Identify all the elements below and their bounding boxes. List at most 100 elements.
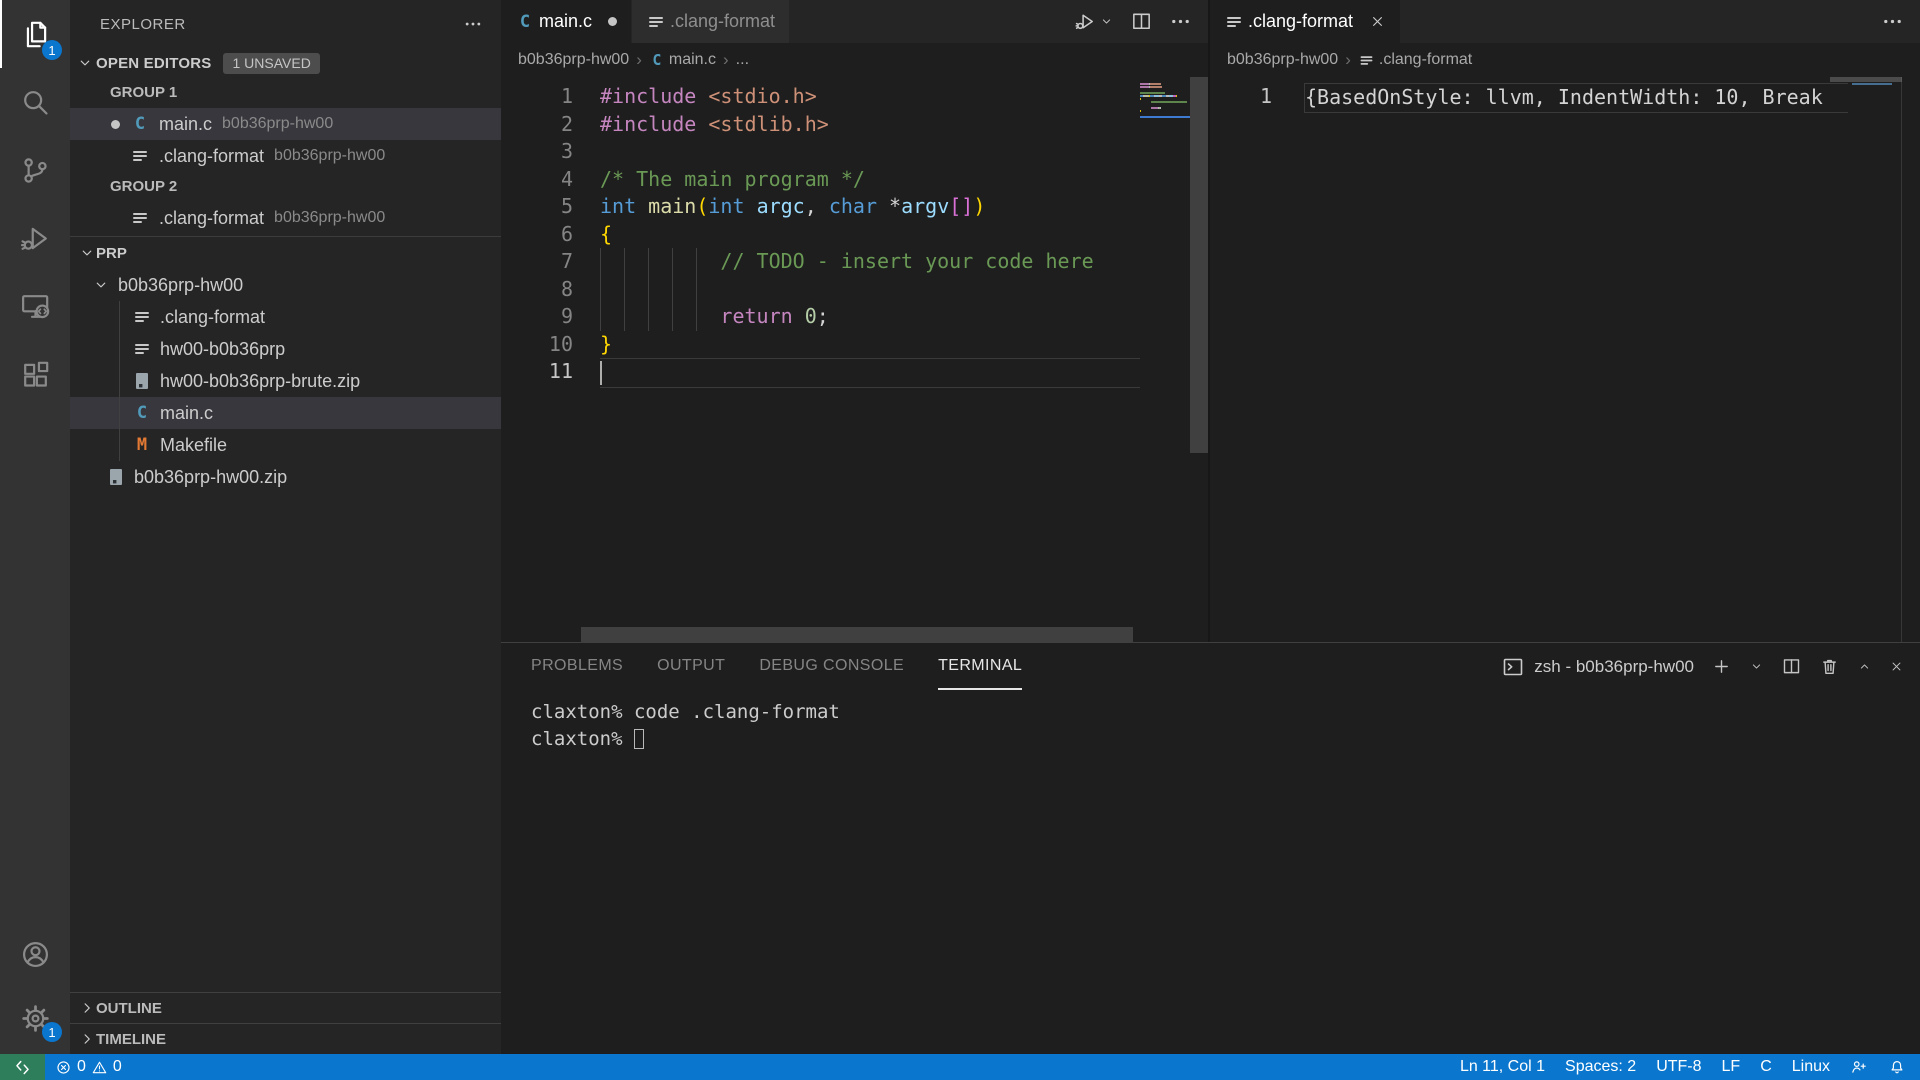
encoding-status[interactable]: UTF-8 [1646, 1054, 1711, 1080]
minimap[interactable] [1140, 77, 1190, 627]
notifications-bell-button[interactable] [1878, 1054, 1920, 1080]
chevron-down-icon [76, 54, 94, 72]
tab-.clang-format[interactable]: .clang-format [1210, 0, 1401, 43]
tree-section-header[interactable]: PRP [70, 236, 501, 269]
minimap-token [1160, 107, 1161, 109]
code-line-1[interactable]: {BasedOnStyle: llvm, IndentWidth: 10, Br… [1304, 83, 1848, 113]
open-editor-.clang-format[interactable]: .clang-formatb0b36prp-hw00 [70, 140, 501, 172]
problems-status[interactable]: 00 [45, 1054, 132, 1080]
code-line-2[interactable]: #include <stdlib.h> [600, 111, 1140, 139]
sidebar-header: EXPLORER [70, 0, 501, 48]
maximize-panel-button[interactable] [1857, 659, 1872, 674]
terminal-selector[interactable]: zsh - b0b36prp-hw00 [1501, 655, 1694, 679]
code-line-3[interactable] [600, 138, 1140, 166]
activity-item-extensions[interactable] [0, 340, 70, 408]
breadcrumb-label: ... [736, 51, 749, 69]
sidebar-spacer [70, 493, 501, 992]
panel-tab-problems[interactable]: PROBLEMS [531, 643, 623, 690]
activity-bar-bottom: 1 [0, 922, 70, 1054]
tree-item-hw00-b0b36prp-brute.zip[interactable]: hw00-b0b36prp-brute.zip [70, 365, 501, 397]
panel-tab-debug-console[interactable]: DEBUG CONSOLE [759, 643, 904, 690]
tree-item-hw00-b0b36prp[interactable]: hw00-b0b36prp [70, 333, 501, 365]
code-line-10[interactable]: } [600, 331, 1140, 359]
minimap-token [1140, 98, 1141, 100]
split-terminal-button[interactable] [1781, 656, 1802, 677]
line-number: 10 [501, 331, 573, 359]
code-token: { [600, 222, 612, 246]
horizontal-scrollbar[interactable] [501, 627, 1208, 642]
activity-item-explorer[interactable]: 1 [0, 0, 70, 68]
activity-item-accounts[interactable] [0, 922, 70, 986]
minimap-line [1140, 83, 1190, 85]
close-panel-button[interactable] [1889, 659, 1904, 674]
tab-.clang-format[interactable]: .clang-format [632, 0, 790, 43]
open-editor-.clang-format[interactable]: .clang-formatb0b36prp-hw00 [70, 202, 501, 234]
minimap[interactable] [1852, 77, 1902, 642]
breadcrumb-item[interactable]: ... [736, 51, 749, 69]
new-terminal-button[interactable] [1711, 656, 1732, 677]
editor-more-actions-button[interactable] [1881, 10, 1904, 33]
breadcrumb-item[interactable]: Cmain.c [649, 51, 716, 69]
open-editor-main.c[interactable]: Cmain.cb0b36prp-hw00 [70, 108, 501, 140]
tree-folder-b0b36prp-hw00[interactable]: b0b36prp-hw00 [70, 269, 501, 301]
line-number: 2 [501, 111, 573, 139]
code-line-4[interactable]: /* The main program */ [600, 166, 1140, 194]
cursor-position-status[interactable]: Ln 11, Col 1 [1450, 1054, 1555, 1080]
breadcrumb-item[interactable]: b0b36prp-hw00 [1227, 51, 1338, 69]
bottom-panel: PROBLEMS OUTPUT DEBUG CONSOLE TERMINAL zsh … [501, 642, 1920, 1054]
launch-profile-button[interactable] [1749, 659, 1764, 674]
eol-status[interactable]: LF [1712, 1054, 1751, 1080]
run-or-debug-button[interactable] [1074, 10, 1114, 33]
dirty-dot [111, 120, 120, 129]
minimap-token [1140, 92, 1165, 94]
activity-item-search[interactable] [0, 68, 70, 136]
breadcrumb: b0b36prp-hw00›.clang-format [1210, 43, 1920, 77]
code-line-9[interactable]: return 0; [600, 303, 1140, 331]
breadcrumb-item[interactable]: b0b36prp-hw00 [518, 51, 629, 69]
scrollbar-thumb[interactable] [581, 627, 1133, 642]
language-mode-status[interactable]: C [1750, 1054, 1782, 1080]
remote-indicator[interactable] [0, 1054, 45, 1080]
panel-tab-output[interactable]: OUTPUT [657, 643, 725, 690]
code-line-11[interactable] [600, 358, 1140, 388]
code-line-8[interactable] [600, 276, 1140, 304]
vertical-scrollbar[interactable] [1190, 77, 1208, 627]
modified-indicator [106, 115, 124, 133]
code-token: {BasedOnStyle: llvm, IndentWidth: 10, Br… [1305, 85, 1823, 109]
panel-tab-terminal[interactable]: TERMINAL [938, 643, 1022, 690]
tree-item-.clang-format[interactable]: .clang-format [70, 301, 501, 333]
sidebar-panel-timeline[interactable]: TIMELINE [70, 1023, 501, 1054]
vertical-scrollbar[interactable] [1901, 77, 1920, 642]
terminal-content[interactable]: claxton% code .clang-formatclaxton% [501, 690, 1920, 752]
activity-item-source-control[interactable] [0, 136, 70, 204]
scrollbar-thumb[interactable] [1190, 77, 1208, 453]
minimap-token [1140, 110, 1141, 112]
editor-more-actions-button[interactable] [1169, 10, 1192, 33]
breadcrumb-item[interactable]: .clang-format [1358, 51, 1472, 69]
kill-terminal-button[interactable] [1819, 656, 1840, 677]
code-line-7[interactable]: // TODO - insert your code here [600, 248, 1140, 276]
tree-item-b0b36prp-hw00.zip[interactable]: b0b36prp-hw00.zip [70, 461, 501, 493]
indentation-status[interactable]: Spaces: 2 [1555, 1054, 1646, 1080]
minimap-line [1140, 89, 1190, 91]
sidebar-more-actions-button[interactable] [463, 14, 483, 34]
remote-os-status[interactable]: Linux [1782, 1054, 1840, 1080]
tree-item-main.c[interactable]: Cmain.c [70, 397, 501, 429]
tab-bar: Cmain.c.clang-format [501, 0, 1208, 43]
feedback-icon [1850, 1058, 1868, 1076]
activity-item-remote-explorer[interactable] [0, 272, 70, 340]
split-editor-button[interactable] [1130, 10, 1153, 33]
tree-item-label: .clang-format [160, 307, 265, 328]
code-line-1[interactable]: #include <stdio.h> [600, 83, 1140, 111]
sidebar-title: EXPLORER [100, 16, 186, 33]
code-line-5[interactable]: int main(int argc, char *argv[]) [600, 193, 1140, 221]
activity-item-run-and-debug[interactable] [0, 204, 70, 272]
sidebar-panel-outline[interactable]: OUTLINE [70, 992, 501, 1023]
code-line-6[interactable]: { [600, 221, 1140, 249]
feedback-button[interactable] [1840, 1054, 1878, 1080]
modified-indicator [106, 147, 124, 165]
tab-main.c[interactable]: Cmain.c [501, 0, 632, 43]
activity-item-settings[interactable]: 1 [0, 986, 70, 1050]
open-editors-header[interactable]: OPEN EDITORS 1 UNSAVED [70, 48, 501, 78]
tree-item-Makefile[interactable]: MMakefile [70, 429, 501, 461]
